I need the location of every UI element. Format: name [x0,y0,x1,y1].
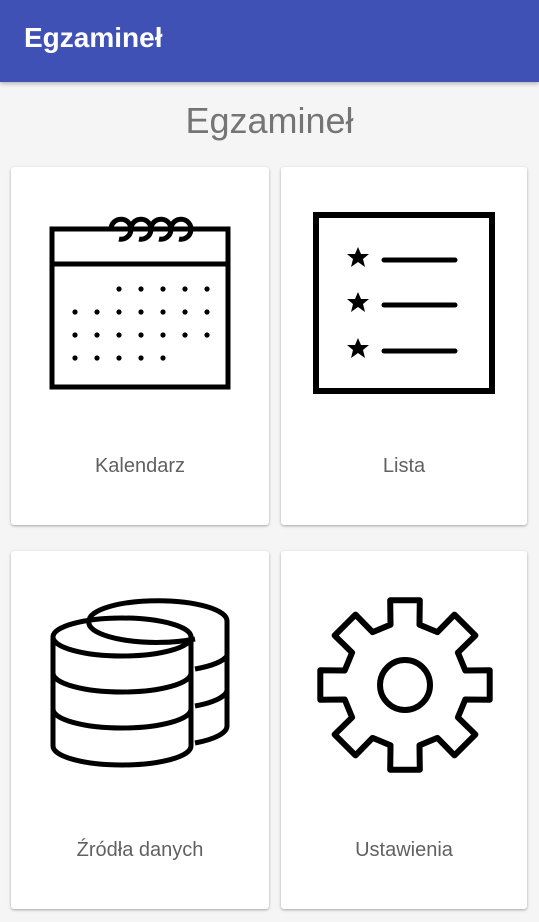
calendar-dot [94,332,100,338]
calendar-dot [94,355,100,361]
app-bar-title: Egzamineł [24,22,163,53]
tile-zrodla-danych[interactable]: Źródła danych [11,551,269,909]
calendar-dot [72,332,78,338]
calendar-dot [116,309,122,315]
calendar-dot [204,286,210,292]
tile-label: Źródła danych [76,839,204,861]
calendar-dot [72,355,78,361]
tile-lista[interactable]: Lista [281,167,527,525]
tile-kalendarz[interactable]: Kalendarz [11,167,269,525]
calendar-dot [116,332,122,338]
tile-label: Ustawienia [355,839,453,861]
calendar-dot [72,309,78,315]
calendar-dot [160,355,166,361]
page-title: Egzamineł [185,100,354,141]
calendar-dot [116,355,122,361]
calendar-dot [204,309,210,315]
tile-ustawienia[interactable]: Ustawienia [281,551,527,909]
calendar-dot [160,309,166,315]
calendar-dot [182,286,188,292]
tile-label: Lista [382,455,426,477]
calendar-dot [94,309,100,315]
calendar-dot [116,286,122,292]
calendar-dot [138,309,144,315]
calendar-dot [160,332,166,338]
calendar-dot [138,332,144,338]
calendar-dot [138,355,144,361]
calendar-dot [182,332,188,338]
calendar-dot [182,309,188,315]
calendar-dot [138,286,144,292]
calendar-dot [204,332,210,338]
app-bar: Egzamineł [0,0,539,82]
calendar-dot [160,286,166,292]
tile-label: Kalendarz [94,455,186,477]
